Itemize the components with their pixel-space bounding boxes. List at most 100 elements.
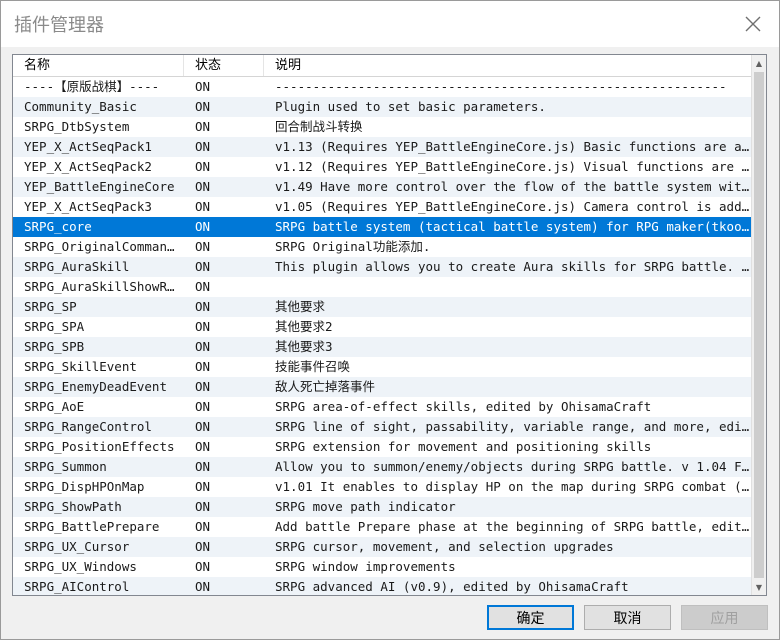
plugin-status-cell: ON	[195, 399, 211, 414]
column-header-status[interactable]: 状态	[184, 55, 264, 76]
table-row[interactable]: SRPG_DispHPOnMap ON v1.01 It enables to di…	[13, 477, 753, 497]
plugin-status-cell: ON	[195, 359, 211, 374]
table-row[interactable]: SRPG_RangeControl ON SRPG line of sight, p…	[13, 417, 753, 437]
plugin-status-cell: ON	[195, 219, 211, 234]
table-row[interactable]: ----【原版战棋】---- ON ------------------------…	[13, 77, 753, 97]
scrollbar-thumb[interactable]	[754, 72, 764, 578]
table-row[interactable]: SRPG_BattlePrepare ON Add battle Prepare p…	[13, 517, 753, 537]
close-button[interactable]	[737, 9, 769, 39]
table-row[interactable]: SRPG_AoE ON SRPG area-of-effect skills, ed…	[13, 397, 753, 417]
cancel-button[interactable]: 取消	[584, 605, 671, 630]
plugin-name-cell: YEP_X_ActSeqPack1	[24, 139, 152, 154]
table-row[interactable]: SRPG_UX_Windows ON SRPG window improvement…	[13, 557, 753, 577]
table-row[interactable]: SRPG_SkillEvent ON 技能事件召唤	[13, 357, 753, 377]
scroll-down-button[interactable]: ▼	[752, 579, 766, 595]
plugin-status-cell: ON	[195, 79, 211, 94]
table-row[interactable]: SRPG_Summon ON Allow you to summon/enemy/o…	[13, 457, 753, 477]
plugin-name-cell: SRPG_AIControl	[24, 579, 130, 594]
plugin-name-cell: SRPG_SPB	[24, 339, 85, 354]
table-row[interactable]: YEP_X_ActSeqPack3 ON v1.05 (Requires YEP_B…	[13, 197, 753, 217]
table-row[interactable]: SRPG_DtbSystem ON 回合制战斗转换	[13, 117, 753, 137]
table-row[interactable]: SRPG_UX_Cursor ON SRPG cursor, movement, a…	[13, 537, 753, 557]
table-row[interactable]: SRPG_PositionEffects ON SRPG extension for…	[13, 437, 753, 457]
plugin-status-cell: ON	[195, 439, 211, 454]
plugin-name-cell: SRPG_ShowPath	[24, 499, 122, 514]
table-row[interactable]: YEP_BattleEngineCore ON v1.49 Have more co…	[13, 177, 753, 197]
table-row[interactable]: SRPG_OriginalCommandSp ON SRPG Original功能添…	[13, 237, 753, 257]
plugin-status-cell: ON	[195, 119, 211, 134]
table-row[interactable]: SRPG_AuraSkillShowRange ON	[13, 277, 753, 297]
plugin-status-cell: ON	[195, 339, 211, 354]
plugin-description-cell: v1.49 Have more control over the flow of…	[275, 179, 751, 194]
plugin-status-cell: ON	[195, 499, 211, 514]
apply-button: 应用	[681, 605, 768, 630]
plugin-name-cell: SRPG_DispHPOnMap	[24, 479, 145, 494]
plugin-description-cell: 其他要求	[275, 299, 326, 314]
plugin-description-cell: 回合制战斗转换	[275, 119, 363, 134]
plugin-name-cell: SRPG_core	[24, 219, 92, 234]
plugin-name-cell: SRPG_SP	[24, 299, 77, 314]
plugin-name-cell: SRPG_BattlePrepare	[24, 519, 160, 534]
plugin-manager-dialog: 插件管理器 名称 状态 说明 ----【原版战棋】---- ON ---------…	[0, 0, 780, 640]
plugin-name-cell: Community_Basic	[24, 99, 137, 114]
table-row[interactable]: SRPG_core ON SRPG battle system (tactical …	[13, 217, 753, 237]
table-row[interactable]: SRPG_EnemyDeadEvent ON 敌人死亡掉落事件	[13, 377, 753, 397]
plugin-status-cell: ON	[195, 539, 211, 554]
plugin-status-cell: ON	[195, 559, 211, 574]
plugin-description-cell: ----------------------------------------…	[275, 79, 727, 94]
table-row[interactable]: Community_Basic ON Plugin used to set basi…	[13, 97, 753, 117]
table-row[interactable]: SRPG_AIControl ON SRPG advanced AI (v0.9),…	[13, 577, 753, 595]
table-row[interactable]: SRPG_SPB ON 其他要求3	[13, 337, 753, 357]
plugin-name-cell: SRPG_AuraSkill	[24, 259, 130, 274]
table-row[interactable]: YEP_X_ActSeqPack1 ON v1.13 (Requires YEP_B…	[13, 137, 753, 157]
plugin-status-cell: ON	[195, 459, 211, 474]
plugin-name-cell: SRPG_UX_Cursor	[24, 539, 130, 554]
plugin-name-cell: SRPG_OriginalCommandSp	[24, 239, 182, 254]
plugin-status-cell: ON	[195, 299, 211, 314]
plugin-description-cell: SRPG advanced AI (v0.9), edited by Ohisa…	[275, 579, 629, 594]
table-row[interactable]: SRPG_SPA ON 其他要求2	[13, 317, 753, 337]
plugin-description-cell: Plugin used to set basic parameters.	[275, 99, 546, 114]
plugin-list[interactable]: 名称 状态 说明 ----【原版战棋】---- ON ---------------…	[12, 54, 767, 596]
plugin-description-cell	[275, 277, 751, 297]
plugin-description-cell: SRPG move path indicator	[275, 499, 456, 514]
plugin-name-cell: SRPG_Summon	[24, 459, 107, 474]
plugin-name-cell: SRPG_RangeControl	[24, 419, 152, 434]
plugin-status-cell: ON	[195, 99, 211, 114]
plugin-description-cell: SRPG extension for movement and position…	[275, 439, 652, 454]
plugin-name-cell: YEP_BattleEngineCore	[24, 179, 175, 194]
plugin-status-cell: ON	[195, 519, 211, 534]
plugin-name-cell: YEP_X_ActSeqPack2	[24, 159, 152, 174]
plugin-description-cell: v1.13 (Requires YEP_BattleEngineCore.js)…	[275, 139, 751, 154]
ok-button[interactable]: 确定	[487, 605, 574, 630]
plugin-status-cell: ON	[195, 279, 211, 294]
plugin-description-cell: 敌人死亡掉落事件	[275, 379, 376, 394]
plugin-description-cell: Add battle Prepare phase at the beginnin…	[275, 519, 751, 534]
column-header-description[interactable]: 说明	[264, 55, 753, 76]
plugin-description-cell: v1.01 It enables to display HP on the ma…	[275, 479, 751, 494]
scroll-up-button[interactable]: ▲	[752, 55, 766, 71]
vertical-scrollbar[interactable]: ▲ ▼	[751, 55, 766, 595]
plugin-status-cell: ON	[195, 179, 211, 194]
column-header-name[interactable]: 名称	[13, 55, 184, 76]
plugin-status-cell: ON	[195, 159, 211, 174]
plugin-description-cell: v1.12 (Requires YEP_BattleEngineCore.js)…	[275, 159, 751, 174]
plugin-status-cell: ON	[195, 379, 211, 394]
plugin-status-cell: ON	[195, 419, 211, 434]
plugin-status-cell: ON	[195, 259, 211, 274]
table-row[interactable]: YEP_X_ActSeqPack2 ON v1.12 (Requires YEP_B…	[13, 157, 753, 177]
plugin-description-cell: Allow you to summon/enemy/objects during…	[275, 459, 751, 474]
plugin-name-cell: SRPG_PositionEffects	[24, 439, 175, 454]
plugin-description-cell: SRPG line of sight, passability, variabl…	[275, 419, 751, 434]
table-row[interactable]: SRPG_ShowPath ON SRPG move path indicator	[13, 497, 753, 517]
plugin-name-cell: YEP_X_ActSeqPack3	[24, 199, 152, 214]
plugin-name-cell: SRPG_AuraSkillShowRange	[24, 279, 182, 294]
table-row[interactable]: SRPG_AuraSkill ON This plugin allows you t…	[13, 257, 753, 277]
plugin-name-cell: SRPG_DtbSystem	[24, 119, 130, 134]
table-row[interactable]: SRPG_SP ON 其他要求	[13, 297, 753, 317]
plugin-description-cell: v1.05 (Requires YEP_BattleEngineCore.js)…	[275, 199, 751, 214]
plugin-description-cell: SRPG battle system (tactical battle syst…	[275, 219, 751, 234]
plugin-description-cell: This plugin allows you to create Aura sk…	[275, 259, 751, 274]
plugin-rows: ----【原版战棋】---- ON ------------------------…	[13, 77, 753, 595]
plugin-description-cell: SRPG Original功能添加.	[275, 239, 431, 254]
